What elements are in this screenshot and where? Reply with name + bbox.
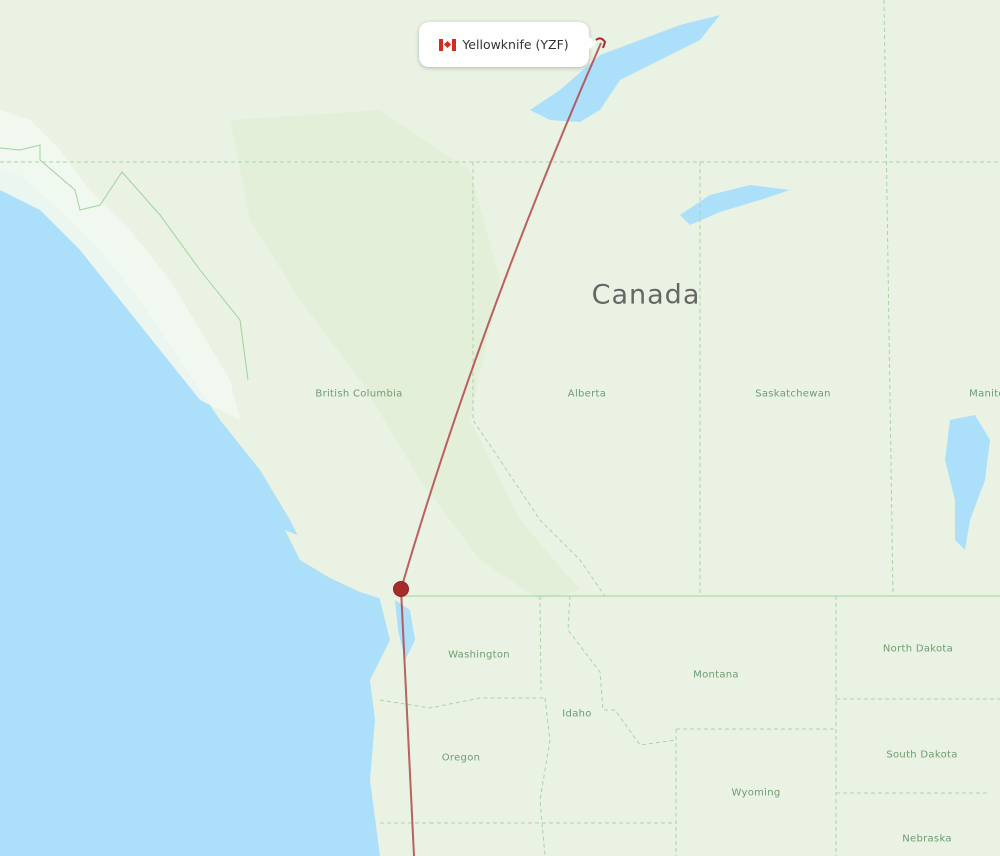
region-label-idaho: Idaho xyxy=(562,708,592,720)
origin-airport-callout[interactable]: Yellowknife (YZF) xyxy=(419,22,597,67)
region-label-washington: Washington xyxy=(448,649,510,661)
canada-flag-icon xyxy=(439,38,457,51)
region-label-north-dakota: North Dakota xyxy=(882,643,954,655)
region-label-oregon: Oregon xyxy=(441,752,481,764)
id-mt-border xyxy=(567,595,677,746)
flight-route-map[interactable]: Yellowknife (YZF) Canada British Columbi… xyxy=(0,0,1000,856)
stopover-marker xyxy=(393,581,409,597)
region-label-british-columbia: British Columbia xyxy=(315,388,403,400)
lake-winnipeg xyxy=(945,415,990,550)
region-label-montana: Montana xyxy=(693,669,739,681)
region-label-alberta: Alberta xyxy=(567,388,607,400)
region-label-manitoba: Manito xyxy=(969,388,1000,400)
wa-or-border xyxy=(379,697,545,709)
region-label-south-dakota: South Dakota xyxy=(886,749,958,761)
sask-manitoba-border xyxy=(883,0,894,597)
region-label-saskatchewan: Saskatchewan xyxy=(755,388,831,400)
wa-id-border xyxy=(539,595,542,691)
map-base xyxy=(0,0,1000,856)
region-label-wyoming: Wyoming xyxy=(731,787,781,799)
or-id-border xyxy=(539,697,551,856)
region-label-nebraska: Nebraska xyxy=(902,833,952,845)
origin-airport-label: Yellowknife (YZF) xyxy=(462,37,569,52)
lake-athabasca xyxy=(680,185,790,225)
country-label-canada: Canada xyxy=(591,279,701,311)
